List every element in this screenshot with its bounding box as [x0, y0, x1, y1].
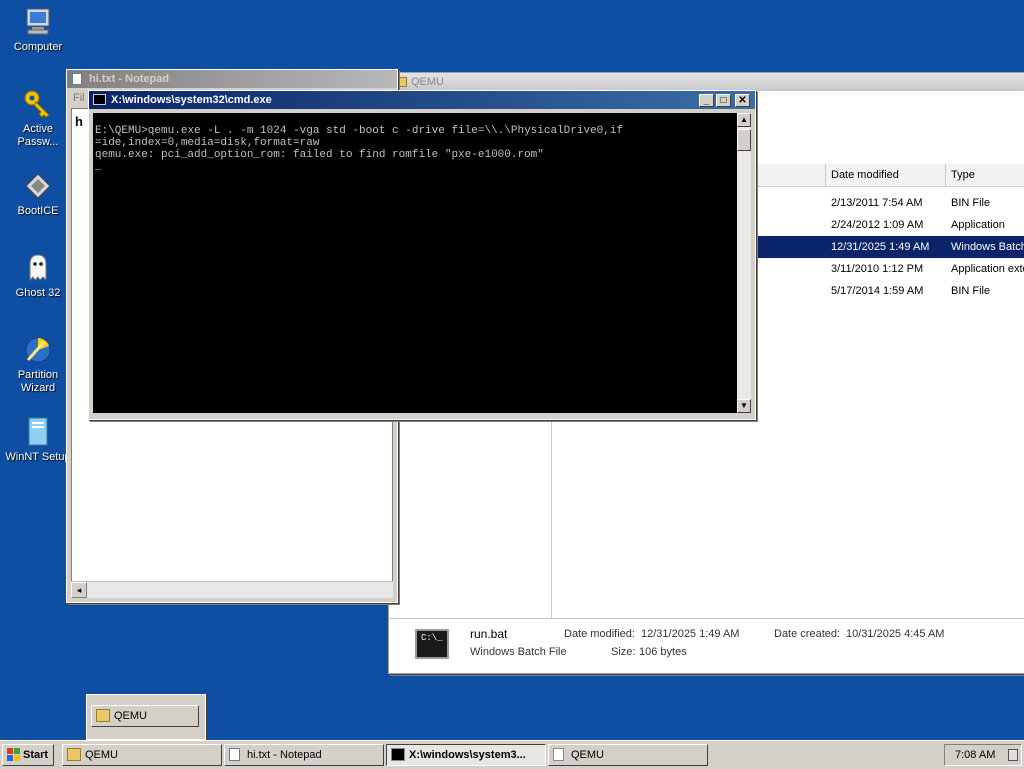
- taskbar-button-notepad[interactable]: hi.txt - Notepad: [224, 744, 384, 766]
- desktop-icon-label: BootICE: [17, 205, 59, 217]
- maximize-button[interactable]: □: [716, 94, 731, 107]
- desktop-icon-label: Partition Wizard: [17, 369, 59, 394]
- explorer-title-bar[interactable]: QEMU: [389, 73, 1024, 91]
- column-header-date[interactable]: Date modified: [825, 164, 945, 186]
- file-date: 12/31/2025 1:49 AM: [831, 241, 930, 253]
- file-type: BIN File: [951, 197, 991, 209]
- notepad-title-bar[interactable]: hi.txt - Notepad: [67, 70, 397, 88]
- document-icon: [553, 748, 564, 761]
- file-type: Application: [951, 219, 1005, 231]
- system-tray: 7:08 AM: [944, 744, 1022, 766]
- popup-item-qemu[interactable]: QEMU: [91, 705, 199, 727]
- console-output-area[interactable]: E:\QEMU>qemu.exe -L . -m 1024 -vga std -…: [93, 113, 737, 413]
- desktop-icon-computer[interactable]: Computer: [2, 6, 74, 54]
- desktop-icon-partition-wizard[interactable]: Partition Wizard: [2, 334, 74, 395]
- file-row[interactable]: 3/11/2010 1:12 PM Application exte: [753, 258, 1024, 280]
- desktop-icon-label: WinNT Setup: [5, 451, 71, 463]
- desktop-icon-winnt-setup[interactable]: WinNT Setup: [2, 416, 74, 464]
- taskbar-button-label: X:\windows\system3...: [409, 749, 526, 761]
- details-pane: C:\_ run.bat Windows Batch File Date mod…: [389, 618, 1024, 673]
- scroll-down-arrow-icon[interactable]: ▼: [737, 399, 751, 413]
- close-button[interactable]: ✕: [735, 94, 750, 107]
- desktop-icon-bootice[interactable]: BootICE: [2, 170, 74, 218]
- explorer-title: QEMU: [411, 76, 444, 88]
- computer-icon: [26, 8, 50, 35]
- cmd-title-bar[interactable]: X:\windows\system32\cmd.exe _ □ ✕: [89, 91, 755, 109]
- file-row-selected[interactable]: 12/31/2025 1:49 AM Windows Batch: [753, 236, 1024, 258]
- file-date: 2/13/2011 7:54 AM: [831, 197, 923, 209]
- details-modified-value: 12/31/2025 1:49 AM: [641, 628, 740, 640]
- cmd-icon: [391, 748, 405, 761]
- popup-item-label: QEMU: [114, 710, 147, 722]
- desktop-icon-label: Computer: [13, 41, 63, 53]
- file-row[interactable]: 2/13/2011 7:54 AM BIN File: [753, 192, 1024, 214]
- start-label: Start: [23, 749, 49, 761]
- taskbar-button-label: QEMU: [85, 749, 118, 761]
- file-type: Windows Batch: [951, 241, 1024, 253]
- taskbar-button-qemu[interactable]: QEMU: [548, 744, 708, 766]
- scroll-thumb[interactable]: [737, 129, 751, 151]
- console-vertical-scrollbar[interactable]: ▲ ▼: [737, 113, 751, 413]
- scroll-up-arrow-icon[interactable]: ▲: [737, 113, 751, 127]
- desktop-icon-label: Active Passw...: [17, 123, 59, 148]
- taskbar-button-label: QEMU: [571, 749, 604, 761]
- column-header-type[interactable]: Type: [945, 164, 1024, 186]
- taskbar-button-cmd[interactable]: X:\windows\system3...: [386, 744, 546, 766]
- windows-logo-icon: [7, 748, 20, 761]
- scroll-left-arrow-icon[interactable]: ◂: [71, 582, 87, 598]
- details-created-value: 10/31/2025 4:45 AM: [846, 628, 945, 640]
- cmd-window[interactable]: X:\windows\system32\cmd.exe _ □ ✕ E:\QEM…: [88, 90, 756, 420]
- file-date: 2/24/2012 1:09 AM: [831, 219, 924, 231]
- details-size-label: Size:: [611, 646, 636, 658]
- desktop-icon-ghost[interactable]: Ghost 32: [2, 252, 74, 300]
- desktop-icon-active-password[interactable]: Active Passw...: [2, 88, 74, 149]
- folder-icon: [67, 748, 81, 761]
- details-modified-label: Date modified:: [564, 628, 635, 640]
- file-row[interactable]: 5/17/2014 1:59 AM BIN File: [753, 280, 1024, 302]
- desktop-icon-label: Ghost 32: [15, 287, 61, 299]
- taskbar: Start QEMU hi.txt - Notepad X:\windows\s…: [0, 740, 1024, 769]
- clock[interactable]: 7:08 AM: [955, 749, 995, 761]
- minimize-button[interactable]: _: [699, 94, 714, 107]
- winnt-setup-icon: [28, 417, 48, 446]
- notepad-icon: [229, 748, 240, 761]
- console-output: E:\QEMU>qemu.exe -L . -m 1024 -vga std -…: [95, 125, 624, 173]
- notepad-menu-file[interactable]: Fil: [73, 92, 85, 104]
- taskbar-button-qemu-group[interactable]: QEMU: [62, 744, 222, 766]
- file-type: Application exte: [951, 263, 1024, 275]
- notepad-title: hi.txt - Notepad: [89, 73, 170, 85]
- details-size-value: 106 bytes: [639, 646, 687, 658]
- tray-icon[interactable]: [1008, 749, 1018, 761]
- file-type: BIN File: [951, 285, 991, 297]
- file-row[interactable]: 2/24/2012 1:09 AM Application: [753, 214, 1024, 236]
- navigation-pane[interactable]: [389, 413, 552, 618]
- batch-file-icon: C:\_: [415, 629, 449, 659]
- notepad-content: h: [75, 114, 83, 129]
- taskbar-group-popup: QEMU: [86, 694, 206, 740]
- notepad-icon: [72, 73, 82, 85]
- taskbar-button-label: hi.txt - Notepad: [247, 749, 322, 761]
- key-icon: [24, 90, 50, 118]
- partition-wizard-icon: [25, 337, 51, 363]
- bootice-icon: [25, 173, 51, 199]
- file-date: 5/17/2014 1:59 AM: [831, 285, 924, 297]
- details-file-name: run.bat: [470, 627, 508, 641]
- details-file-kind: Windows Batch File: [470, 646, 567, 658]
- start-button[interactable]: Start: [2, 744, 54, 766]
- column-header-row: Date modified Type: [753, 164, 1024, 187]
- details-created-label: Date created:: [774, 628, 841, 640]
- file-date: 3/11/2010 1:12 PM: [831, 263, 924, 275]
- ghost-icon: [29, 254, 47, 282]
- folder-icon: [96, 709, 110, 722]
- cmd-title: X:\windows\system32\cmd.exe: [111, 94, 272, 106]
- cmd-icon: [93, 94, 106, 105]
- notepad-horizontal-scrollbar[interactable]: ◂: [71, 581, 393, 598]
